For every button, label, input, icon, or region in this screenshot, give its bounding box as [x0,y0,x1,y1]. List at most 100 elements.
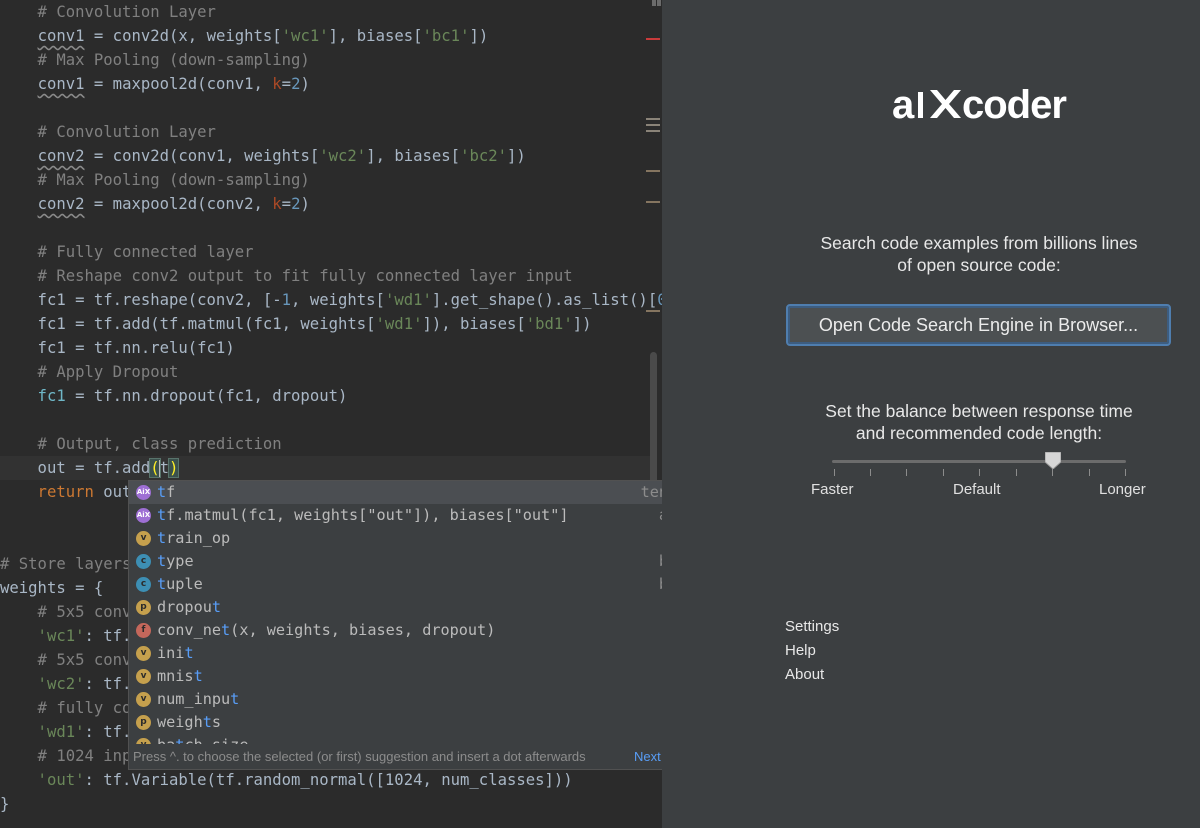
slider-tick [943,469,944,476]
warning-stripe-mark[interactable] [646,118,660,120]
completion-item-text: tf [157,481,175,504]
code-line[interactable]: fc1 = tf.nn.dropout(fc1, dropout) [0,384,348,408]
balance-slider-thumb[interactable] [1044,452,1061,469]
code-line[interactable]: # fully co [0,696,132,720]
code-token: = conv2d(x, weights[ [84,27,282,45]
slider-tick [1089,469,1090,476]
code-line[interactable]: # 5x5 conv [0,600,132,624]
code-line[interactable]: return out [0,480,132,504]
open-code-search-button[interactable]: Open Code Search Engine in Browser... [786,304,1171,346]
code-token: 'bc2' [460,147,508,165]
code-token: # fully co [0,699,132,717]
code-token: # Convolution Layer [0,3,216,21]
code-token: # 5x5 conv [0,603,132,621]
completion-item[interactable]: ctypebuiltins [129,550,662,573]
completion-item[interactable]: f conv_net(x, weights, biases, dropout) [129,619,662,642]
code-line[interactable]: 'out': tf.Variable(tf.random_normal([102… [0,768,573,792]
completion-item[interactable]: v init [129,642,662,665]
completion-match-highlight: t [211,598,222,616]
aixcoder-icon: AiX [136,508,151,523]
code-line[interactable]: # Fully connected layer [0,240,254,264]
code-token: out [93,483,132,501]
warning-stripe-mark[interactable] [652,0,656,6]
code-line[interactable]: # Convolution Layer [0,120,216,144]
completion-text-rest: (x, weights, biases, dropout) [230,621,496,639]
code-line[interactable]: 'wc2': tf. [0,672,132,696]
code-line[interactable]: weights = { [0,576,103,600]
code-token: ], biases[ [366,147,461,165]
code-line[interactable]: fc1 = tf.add(tf.matmul(fc1, weights['wd1… [0,312,592,336]
slider-label-default: Default [953,481,1001,498]
code-line[interactable]: # Max Pooling (down-sampling) [0,168,310,192]
code-line[interactable]: conv1 = maxpool2d(conv1, k=2) [0,72,310,96]
code-line[interactable]: 'wc1': tf. [0,624,132,648]
help-link[interactable]: Help [785,642,816,659]
code-line[interactable]: conv1 = conv2d(x, weights['wc1'], biases… [0,24,489,48]
about-link[interactable]: About [785,666,824,683]
completion-item[interactable]: AiX tf.matmul(fc1, weights["out"]), biase… [129,504,662,527]
editor-scrollbar-thumb[interactable] [650,352,657,490]
slider-tick [870,469,871,476]
code-line[interactable]: # Apply Dropout [0,360,179,384]
code-token: : tf. [84,723,132,741]
warning-stripe-mark[interactable] [646,130,660,132]
completion-text-prefix: weigh [157,713,203,731]
completion-item[interactable]: p weights [129,711,662,734]
code-line[interactable]: fc1 = tf.reshape(conv2, [-1, weights['wd… [0,288,662,312]
balance-slider-track[interactable] [832,460,1126,463]
code-token: : tf.Variable(tf.random_normal([1024, nu… [84,771,573,789]
warning-stripe-mark[interactable] [657,0,661,6]
completion-item-text: init [157,642,194,665]
code-line[interactable]: # Output, class prediction [0,432,282,456]
completion-popup[interactable]: AiXtftensorflowAiXtf.matmul(fc1, weights… [128,480,662,770]
code-line[interactable]: conv2 = maxpool2d(conv2, k=2) [0,192,310,216]
code-line[interactable]: fc1 = tf.nn.relu(fc1) [0,336,235,360]
warning-stripe-mark[interactable] [646,310,660,312]
code-token: 'wc2' [0,675,85,693]
completion-item[interactable]: ctuplebuiltins [129,573,662,596]
code-line[interactable]: # 5x5 conv [0,648,132,672]
warning-stripe-mark[interactable] [646,201,660,203]
completion-item[interactable]: v num_input [129,688,662,711]
code-token: # Apply Dropout [0,363,179,381]
code-token: ]), biases[ [422,315,526,333]
code-token: # Convolution Layer [0,123,216,141]
code-line[interactable]: 'wd1': tf. [0,720,132,744]
error-stripe-mark[interactable] [646,38,660,40]
code-line[interactable]: # Max Pooling (down-sampling) [0,48,310,72]
code-line[interactable]: conv2 = conv2d(conv1, weights['wc2'], bi… [0,144,526,168]
slider-tick [834,469,835,476]
class-icon: c [136,577,151,592]
balance-description-line: Set the balance between response time [825,401,1133,421]
completion-item[interactable]: v mnist [129,665,662,688]
search-description: Search code examples from billions lines… [779,232,1179,276]
code-token: = [281,195,292,213]
slider-tick [1125,469,1126,476]
code-line[interactable]: # Convolution Layer [0,0,216,24]
warning-stripe-mark[interactable] [646,170,660,172]
tip-text: Press ^. to choose the selected (or firs… [133,749,586,764]
next-tip-link[interactable]: Next Tip [634,744,662,769]
code-editor[interactable]: # Convolution Layer conv1 = conv2d(x, we… [0,0,662,828]
completion-text-prefix: ini [157,644,185,662]
code-token: = maxpool2d(conv2, [84,195,273,213]
completion-match-highlight: t [157,483,167,501]
completion-item-text: type [157,550,194,573]
code-line[interactable]: # Reshape conv2 output to fit fully conn… [0,264,573,288]
code-line[interactable]: # Store layers [0,552,131,576]
svg-text:a: a [892,83,915,127]
completion-text-rest: rain_op [166,529,231,547]
completion-item-text: mnist [157,665,203,688]
code-line[interactable]: } [0,792,9,816]
warning-stripe-mark[interactable] [646,124,660,126]
code-line[interactable]: out = tf.add(t) [0,456,180,480]
completion-item[interactable]: v train_op [129,527,662,550]
completion-item[interactable]: p dropout [129,596,662,619]
balance-description: Set the balance between response time an… [779,400,1179,444]
code-token: conv1 [37,27,85,45]
settings-link[interactable]: Settings [785,618,839,635]
code-line[interactable]: # 1024 inp [0,744,132,768]
completion-item[interactable]: AiX tf tensorflow [129,481,662,504]
completion-item-text: num_input [157,688,239,711]
code-token: ]) [469,27,489,45]
